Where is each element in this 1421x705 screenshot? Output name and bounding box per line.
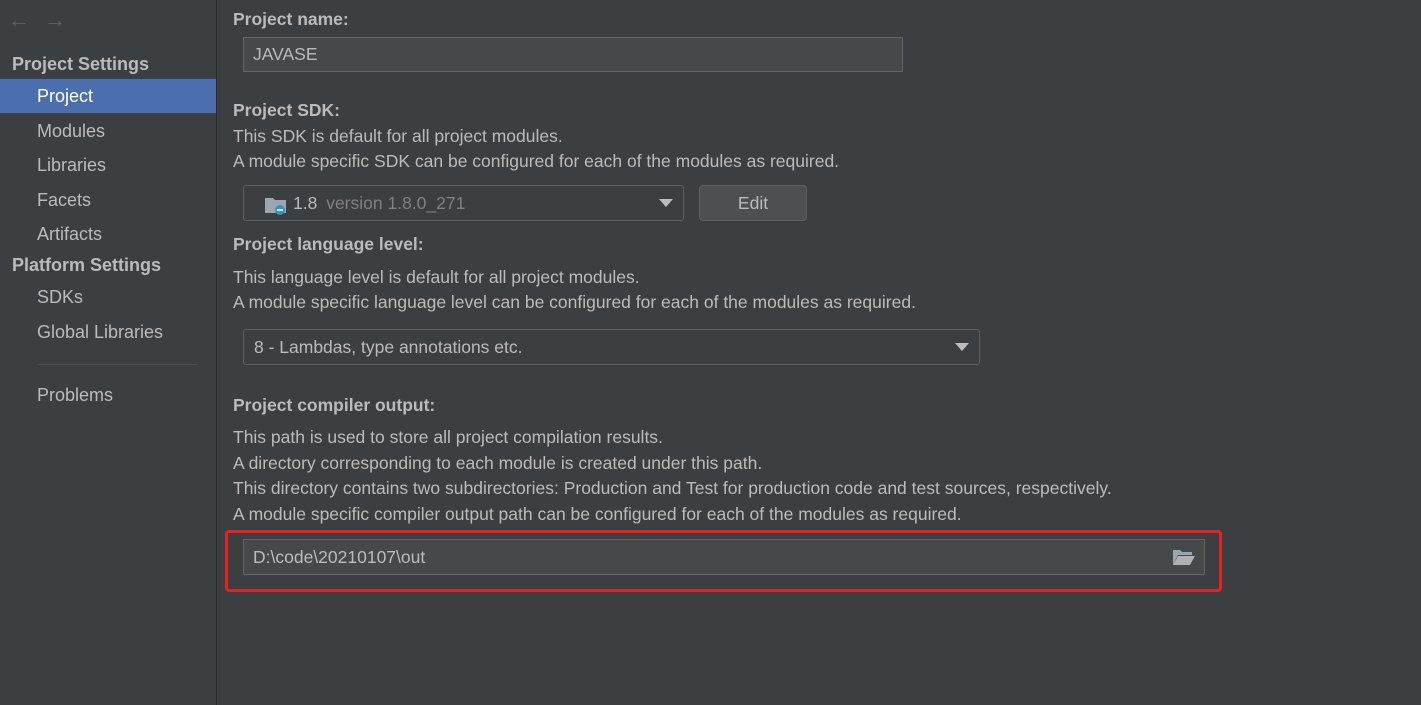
compiler-output-desc-line4: A module specific compiler output path c… xyxy=(233,504,962,524)
language-level-desc-line2: A module specific language level can be … xyxy=(233,292,916,312)
project-name-label: Project name: xyxy=(233,9,349,29)
sidebar-item-facets[interactable]: Facets xyxy=(0,183,216,217)
sdk-version: version 1.8.0_271 xyxy=(326,193,466,213)
sidebar-item-global-libraries[interactable]: Global Libraries xyxy=(0,315,216,349)
folder-open-icon[interactable] xyxy=(1172,548,1196,571)
platform-settings-header: Platform Settings xyxy=(12,255,162,275)
compiler-output-label: Project compiler output: xyxy=(233,395,436,415)
chevron-down-icon xyxy=(955,343,969,351)
sidebar-item-libraries[interactable]: Libraries xyxy=(0,148,216,182)
language-level-desc-line1: This language level is default for all p… xyxy=(233,267,640,287)
compiler-output-path-input[interactable] xyxy=(243,539,1205,575)
compiler-output-desc-line3: This directory contains two subdirectori… xyxy=(233,478,1112,498)
sidebar-item-sdks[interactable]: SDKs xyxy=(0,280,216,314)
language-level-dropdown[interactable]: 8 - Lambdas, type annotations etc. xyxy=(243,329,980,365)
settings-sidebar: ← → Project Settings Project Modules Lib… xyxy=(0,0,217,705)
sidebar-item-artifacts[interactable]: Artifacts xyxy=(0,217,216,251)
edit-sdk-button[interactable]: Edit xyxy=(699,185,807,221)
project-sdk-desc-line1: This SDK is default for all project modu… xyxy=(233,126,563,146)
project-sdk-dropdown[interactable]: 1.8 version 1.8.0_271 xyxy=(243,185,684,221)
language-level-label: Project language level: xyxy=(233,234,424,254)
sidebar-item-modules[interactable]: Modules xyxy=(0,114,216,148)
nav-arrows: ← → xyxy=(8,8,66,32)
chevron-down-icon xyxy=(659,199,673,207)
folder-icon xyxy=(264,195,288,220)
project-settings-header: Project Settings xyxy=(12,54,150,74)
sidebar-item-project[interactable]: Project xyxy=(0,79,216,113)
sidebar-divider xyxy=(37,364,197,365)
project-name-input[interactable] xyxy=(243,37,903,72)
back-arrow-icon[interactable]: ← xyxy=(8,8,30,32)
language-level-value: 8 - Lambdas, type annotations etc. xyxy=(254,337,523,357)
project-settings-panel: Project name: Project SDK: This SDK is d… xyxy=(217,0,1421,705)
forward-arrow-icon[interactable]: → xyxy=(44,8,66,32)
sdk-name: 1.8 xyxy=(293,193,318,213)
project-sdk-label: Project SDK: xyxy=(233,100,340,120)
sidebar-item-problems[interactable]: Problems xyxy=(0,378,216,412)
project-sdk-desc-line2: A module specific SDK can be configured … xyxy=(233,151,840,171)
compiler-output-desc-line2: A directory corresponding to each module… xyxy=(233,453,763,473)
compiler-output-desc-line1: This path is used to store all project c… xyxy=(233,427,663,447)
